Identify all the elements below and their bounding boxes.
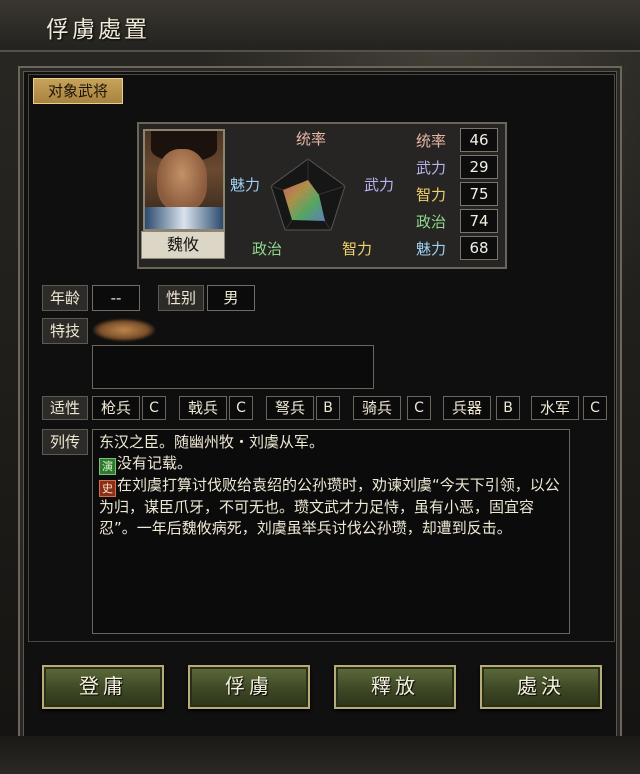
execute-button[interactable]: 處決 bbox=[480, 665, 602, 709]
recruit-button[interactable]: 登庸 bbox=[42, 665, 164, 709]
aptitude-spear: 枪兵 bbox=[92, 396, 140, 420]
stat-value: 68 bbox=[460, 236, 498, 260]
aptitude-siege: 兵器 bbox=[443, 396, 491, 420]
skill-icon[interactable] bbox=[93, 319, 155, 341]
stat-radar-chart: 统率 武力 智力 政治 魅力 bbox=[226, 126, 406, 261]
release-button[interactable]: 釋放 bbox=[334, 665, 456, 709]
stat-row-lead: 统率 46 bbox=[412, 127, 500, 153]
aptitude-halberd-grade: C bbox=[229, 396, 253, 420]
aptitude-siege-grade: B bbox=[496, 396, 520, 420]
aptitude-halberd: 戟兵 bbox=[179, 396, 227, 420]
bio-history-text: 在刘虞打算讨伐败给袁绍的公孙瓒时，劝谏刘虞“今天下引领，以公为归，谋臣爪牙，不可… bbox=[99, 476, 560, 537]
keep-captive-button[interactable]: 俘虜 bbox=[188, 665, 310, 709]
aptitude-crossbow-grade: B bbox=[316, 396, 340, 420]
aptitude-crossbow: 弩兵 bbox=[266, 396, 314, 420]
bio-novel-text: 没有记载。 bbox=[117, 454, 193, 472]
stat-row-pol: 政治 74 bbox=[412, 208, 500, 234]
age-label: 年龄 bbox=[42, 285, 88, 311]
officer-portrait bbox=[143, 129, 225, 231]
biography-label: 列传 bbox=[42, 429, 88, 455]
aptitude-cavalry-grade: C bbox=[407, 396, 431, 420]
stat-value: 75 bbox=[460, 182, 498, 206]
aptitude-spear-grade: C bbox=[142, 396, 166, 420]
radar-label-war: 武力 bbox=[364, 176, 395, 194]
stat-label: 智力 bbox=[416, 186, 447, 204]
target-officer-tag: 对象武将 bbox=[33, 78, 123, 104]
novel-icon: 演 bbox=[99, 458, 116, 475]
window-title: 俘虜處置 bbox=[46, 17, 150, 43]
gender-value: 男 bbox=[207, 285, 255, 311]
skill-label: 特技 bbox=[42, 318, 88, 344]
bio-line-1: 东汉之臣。随幽州牧・刘虞从军。 bbox=[99, 433, 325, 451]
bio-novel-entry: 演没有记载。 bbox=[99, 453, 563, 475]
gender-label: 性别 bbox=[158, 285, 204, 311]
stat-label: 政治 bbox=[416, 213, 447, 231]
stat-value: 46 bbox=[460, 128, 498, 152]
radar-label-pol: 政治 bbox=[252, 240, 283, 258]
aptitude-cavalry: 骑兵 bbox=[353, 396, 401, 420]
bottom-edge bbox=[0, 736, 640, 774]
skill-description-box bbox=[92, 345, 374, 389]
history-icon: 史 bbox=[99, 480, 116, 497]
radar-label-lead: 统率 bbox=[296, 130, 327, 148]
radar-label-chr: 魅力 bbox=[230, 176, 261, 194]
stat-value: 74 bbox=[460, 209, 498, 233]
stat-row-war: 武力 29 bbox=[412, 154, 500, 180]
stat-label: 魅力 bbox=[416, 240, 447, 258]
age-value: -- bbox=[92, 285, 140, 311]
aptitude-navy: 水军 bbox=[531, 396, 579, 420]
biography-text-box[interactable]: 东汉之臣。随幽州牧・刘虞从军。 演没有记载。 史在刘虞打算讨伐败给袁绍的公孙瓒时… bbox=[92, 429, 570, 634]
aptitude-navy-grade: C bbox=[583, 396, 607, 420]
stat-row-chr: 魅力 68 bbox=[412, 235, 500, 261]
stat-value: 29 bbox=[460, 155, 498, 179]
radar-label-int: 智力 bbox=[342, 240, 373, 258]
stat-label: 武力 bbox=[416, 159, 447, 177]
stat-label: 统率 bbox=[416, 132, 447, 150]
officer-name: 魏攸 bbox=[141, 231, 225, 259]
window-title-bar: 俘虜處置 bbox=[0, 0, 640, 52]
bio-history-entry: 史在刘虞打算讨伐败给袁绍的公孙瓒时，劝谏刘虞“今天下引领，以公为归，谋臣爪牙，不… bbox=[99, 475, 563, 539]
stat-row-int: 智力 75 bbox=[412, 181, 500, 207]
aptitude-label: 适性 bbox=[42, 396, 88, 420]
